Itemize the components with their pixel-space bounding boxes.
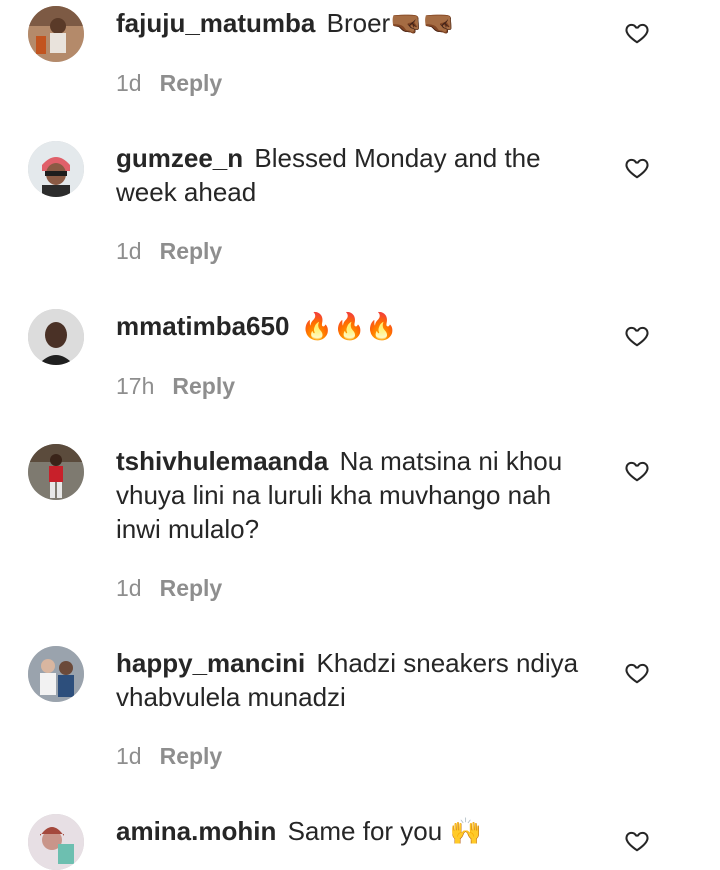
avatar[interactable] <box>28 6 84 62</box>
comment-text: fajuju_matumba Broer🤜🏾🤜🏾 <box>116 6 596 41</box>
comment-username[interactable]: happy_mancini <box>116 648 305 678</box>
heart-outline-icon[interactable] <box>624 828 650 854</box>
avatar[interactable] <box>28 646 84 702</box>
reply-button[interactable]: Reply <box>160 238 223 264</box>
heart-outline-icon[interactable] <box>624 660 650 686</box>
comment-text: tshivhulemaanda Na matsina ni khou vhuya… <box>116 444 596 546</box>
comment-text: mmatimba650 🔥🔥🔥 <box>116 309 596 344</box>
emoji-fist-icon: 🤜🏾🤜🏾 <box>390 9 455 39</box>
reply-button[interactable]: Reply <box>160 70 223 96</box>
heart-outline-icon[interactable] <box>624 155 650 181</box>
comment-time: 1d <box>116 238 142 264</box>
comment-text: gumzee_n Blessed Monday and the week ahe… <box>116 141 596 209</box>
comment-meta: 1d Reply <box>116 236 222 266</box>
comment-username[interactable]: mmatimba650 <box>116 311 289 341</box>
comment-body: Same for you <box>287 816 443 846</box>
comment-username[interactable]: gumzee_n <box>116 143 243 173</box>
avatar[interactable] <box>28 141 84 197</box>
comment-meta: 17h Reply <box>116 371 235 401</box>
comment-text: amina.mohin Same for you 🙌 <box>116 814 596 849</box>
emoji-raised-hands-icon: 🙌 <box>449 817 482 847</box>
heart-outline-icon[interactable] <box>624 20 650 46</box>
comment-body: Broer <box>326 8 391 38</box>
reply-button[interactable]: Reply <box>160 743 223 769</box>
heart-outline-icon[interactable] <box>624 458 650 484</box>
avatar[interactable] <box>28 309 84 365</box>
emoji-fire-icon: 🔥🔥🔥 <box>300 312 398 342</box>
comment-meta: 1d Reply <box>116 573 222 603</box>
comment-time: 1d <box>116 575 142 601</box>
comment-username[interactable]: amina.mohin <box>116 816 276 846</box>
comment-text: happy_mancini Khadzi sneakers ndiya vhab… <box>116 646 596 714</box>
avatar[interactable] <box>28 814 84 870</box>
comment-meta: 1d Reply <box>116 741 222 771</box>
comment-time: 1d <box>116 743 142 769</box>
comment-meta: 1d Reply <box>116 68 222 98</box>
comment-time: 1d <box>116 70 142 96</box>
heart-outline-icon[interactable] <box>624 323 650 349</box>
comment-username[interactable]: fajuju_matumba <box>116 8 315 38</box>
reply-button[interactable]: Reply <box>172 373 235 399</box>
comment-username[interactable]: tshivhulemaanda <box>116 446 328 476</box>
avatar[interactable] <box>28 444 84 500</box>
comment-time: 17h <box>116 373 155 399</box>
reply-button[interactable]: Reply <box>160 575 223 601</box>
